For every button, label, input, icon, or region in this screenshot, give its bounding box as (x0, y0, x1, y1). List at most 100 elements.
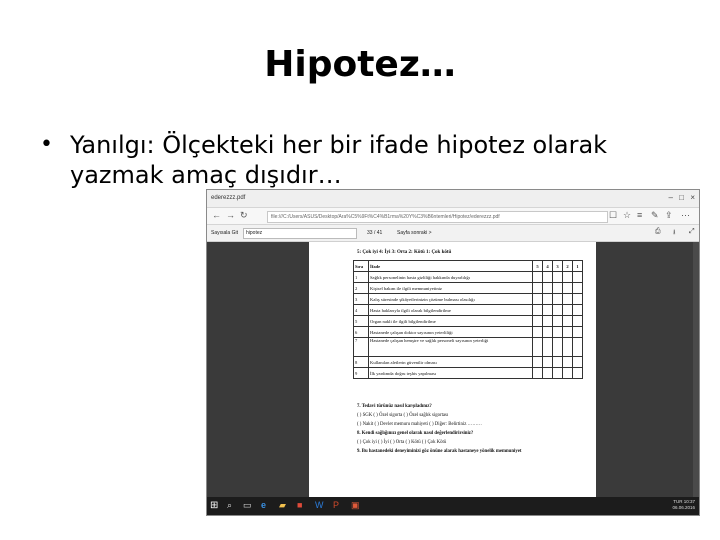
maximize-icon[interactable]: □ (679, 193, 684, 202)
row-text: Sağlık personelinin hasta gizliliği hakk… (368, 271, 533, 283)
search-icon[interactable]: ⌕ (227, 500, 232, 511)
header-cell: İfade (368, 260, 533, 272)
share-icon[interactable]: ⇪ (665, 210, 673, 221)
table-row: 9 İlk yardımda doğru teşhis yapılması (353, 367, 583, 379)
rating-cell (552, 315, 563, 327)
refresh-icon[interactable]: ↻ (240, 210, 248, 221)
rating-cell (542, 326, 553, 338)
header-cell: 3 (552, 260, 563, 272)
rating-cell (562, 356, 573, 368)
rating-cell (572, 356, 583, 368)
row-number: 7 (353, 337, 369, 357)
row-number: 9 (353, 367, 369, 379)
question-8-options: ( ) Çok iyi ( ) İyi ( ) Orta ( ) Kötü ( … (357, 440, 447, 445)
rating-cell (552, 282, 563, 294)
address-bar[interactable]: file:///C:/Users/ASUS/Desktop/Ara%C5%9Ft… (267, 211, 608, 223)
scrollbar[interactable] (693, 242, 699, 497)
questions-block: 7. Tedavi türünüz nasıl karşıladınız? ( … (357, 402, 592, 456)
rating-cell (562, 293, 573, 305)
hub-icon[interactable]: ≡ (637, 210, 642, 220)
next-page-button[interactable]: Sayfa sonraki > (397, 230, 432, 236)
back-icon[interactable]: ← (212, 210, 221, 220)
header-cell: 1 (572, 260, 583, 272)
row-text: Kişisel bakım ile ilgili memnuniyetiniz (368, 282, 533, 294)
table-row: 7 Hastanede çalışan hemşire ve sağlık per… (353, 337, 583, 357)
rating-cell (542, 304, 553, 316)
bullet-symbol: • (40, 132, 53, 157)
reading-view-icon[interactable]: ☐ (609, 210, 617, 221)
table-row: 4 Hasta haklarıyla ilgili olarak bilgilen… (353, 304, 583, 316)
row-text: Kullanılan aletlerin güvenilir olması (368, 356, 533, 368)
row-text: Hastanede çalışan doktor sayısının yeter… (368, 326, 533, 338)
question-9-title: 9. Bu hastanedeki deneyiminizi göz önüne… (357, 449, 522, 454)
rating-cell (552, 326, 563, 338)
rating-cell (532, 356, 543, 368)
rating-cell (562, 367, 573, 379)
system-tray[interactable]: TUR 10:37 06.06.2016 (672, 499, 695, 511)
print-icon[interactable]: ⎙ (655, 228, 661, 236)
word-icon[interactable]: W (315, 500, 324, 510)
rating-cell (552, 293, 563, 305)
pdf-app-icon[interactable]: ▣ (351, 500, 360, 511)
edge-browser-icon[interactable]: e (261, 500, 266, 510)
windows-start-icon[interactable]: ⊞ (210, 500, 218, 511)
embedded-screenshot: ederezzz.pdf – □ × ← → ↻ file:///C:/User… (206, 189, 700, 516)
minimize-icon[interactable]: – (669, 193, 673, 202)
save-icon[interactable]: ⭳ (673, 228, 675, 239)
browser-tab-bar: ederezzz.pdf – □ × (207, 190, 699, 208)
rating-cell (572, 326, 583, 338)
survey-table: Sıra İfade 5 4 3 2 1 1 Sağlık personelini… (353, 260, 583, 379)
row-text: Organ nakli ile ilgili bilgilendirilme (368, 315, 533, 327)
rating-cell (532, 337, 543, 357)
rating-cell (562, 326, 573, 338)
table-row: 1 Sağlık personelinin hasta gizliliği hak… (353, 271, 583, 283)
rating-cell (532, 367, 543, 379)
table-row: 6 Hastanede çalışan doktor sayısının yete… (353, 326, 583, 338)
more-icon[interactable]: ⋯ (681, 210, 690, 221)
row-text: Hastanede çalışan hemşire ve sağlık pers… (368, 337, 533, 357)
browser-tab[interactable]: ederezzz.pdf (211, 195, 245, 201)
row-number: 6 (353, 326, 369, 338)
rating-cell (552, 367, 563, 379)
favorite-icon[interactable]: ☆ (623, 210, 631, 221)
rating-cell (532, 271, 543, 283)
rating-cell (542, 271, 553, 283)
page-indicator[interactable]: 33 / 41 (367, 230, 382, 236)
search-input[interactable]: hipotez (243, 228, 357, 239)
row-number: 4 (353, 304, 369, 316)
rating-cell (572, 271, 583, 283)
bullet-text: Yanılgı: Ölçekteki her bir ifade hipotez… (70, 131, 608, 189)
taskbar: ⊞ ⌕ ▭ e ▰ ■ W P ▣ TUR 10:37 06.06.2016 (207, 497, 699, 515)
rating-cell (542, 367, 553, 379)
rating-cell (552, 304, 563, 316)
rating-cell (562, 304, 573, 316)
file-explorer-icon[interactable]: ▰ (279, 500, 286, 511)
pdf-toolbar: Sayısala Git hipotez 33 / 41 Sayfa sonra… (207, 225, 699, 242)
fullscreen-icon[interactable]: ⤢ (689, 228, 695, 236)
table-row: 2 Kişisel bakım ile ilgili memnuniyetiniz (353, 282, 583, 294)
row-number: 5 (353, 315, 369, 327)
app-icon[interactable]: ■ (297, 500, 302, 510)
rating-cell (552, 356, 563, 368)
rating-cell (542, 315, 553, 327)
rating-cell (542, 356, 553, 368)
question-7-options-2: ( ) Nakit ( ) Devlet memuru mahiyeti ( )… (357, 422, 482, 427)
task-view-icon[interactable]: ▭ (243, 500, 252, 511)
rating-cell (572, 337, 583, 357)
rating-cell (562, 282, 573, 294)
pdf-page: 5: Çok iyi 4: İyi 3: Orta 2: Kötü 1: Çok… (309, 242, 596, 498)
tray-time: 10:37 (683, 499, 695, 504)
row-text: Kalış süresinde şikâyetlerinizin çözüme … (368, 293, 533, 305)
scale-legend: 5: Çok iyi 4: İyi 3: Orta 2: Kötü 1: Çok… (357, 250, 452, 255)
forward-icon[interactable]: → (226, 210, 235, 220)
close-icon[interactable]: × (690, 193, 695, 202)
rating-cell (572, 367, 583, 379)
note-icon[interactable]: ✎ (651, 210, 659, 221)
rating-cell (562, 337, 573, 357)
powerpoint-icon[interactable]: P (333, 500, 339, 510)
rating-cell (532, 293, 543, 305)
question-7-options: ( ) SGK ( ) Özel sigorta ( ) Özel sağlık… (357, 413, 449, 418)
rating-cell (572, 315, 583, 327)
row-number: 1 (353, 271, 369, 283)
rating-cell (532, 282, 543, 294)
